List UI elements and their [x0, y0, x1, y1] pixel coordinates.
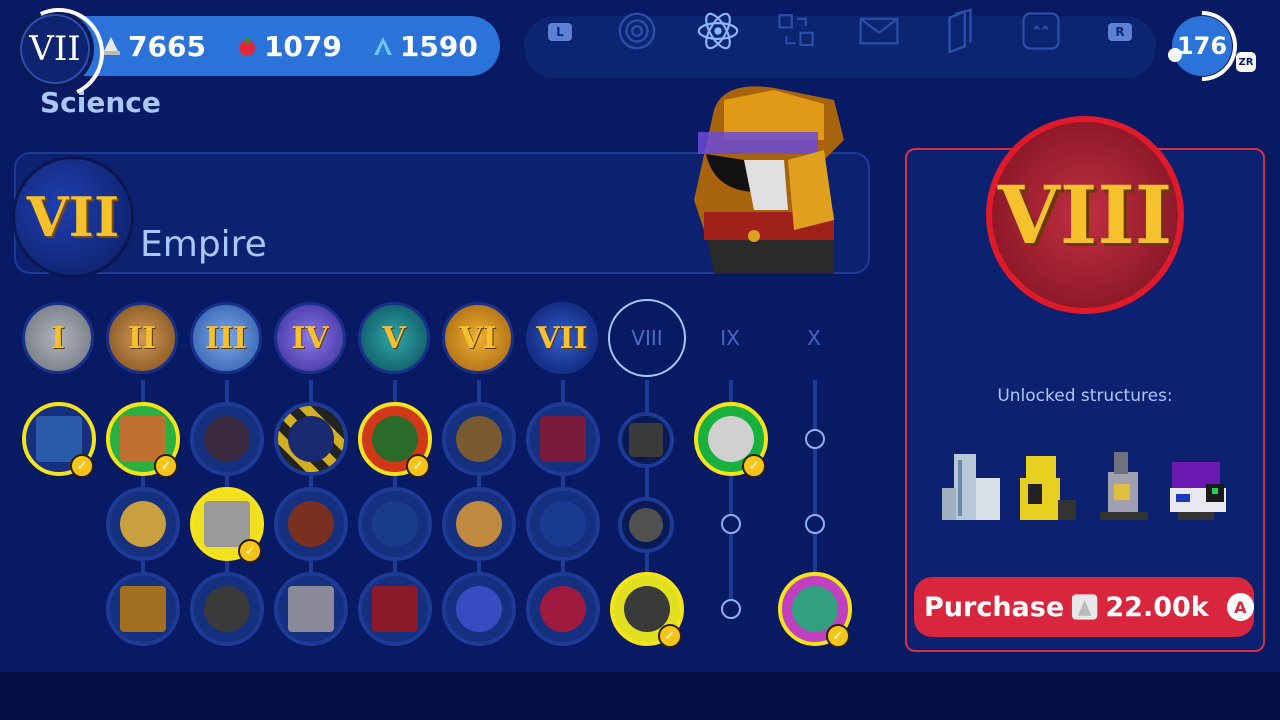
purchase-cost: 22.00k	[1105, 591, 1209, 623]
a-button-hint: A	[1226, 593, 1254, 621]
level-progress-marker	[1168, 48, 1182, 62]
tech-power-coin[interactable]	[618, 497, 674, 553]
era-node-8[interactable]: VIII	[608, 299, 686, 377]
completed-check-icon: ✓	[658, 624, 682, 648]
locked-tech-dot	[721, 599, 741, 619]
tech-recycle-logs[interactable]	[442, 402, 516, 476]
crystal-amount: 1590	[399, 29, 478, 63]
tab-mail[interactable]	[858, 14, 900, 48]
tech-red-banner[interactable]	[526, 402, 600, 476]
tech-lightning-shield[interactable]	[274, 487, 348, 561]
resource-food: 1079	[236, 30, 342, 63]
next-era-numeral: VIII	[997, 168, 1173, 262]
current-era-name: Empire	[140, 224, 267, 265]
era-node-10: X	[807, 326, 821, 350]
era-badge[interactable]: VII	[1, 0, 117, 111]
tech-rocket[interactable]	[442, 572, 516, 646]
purchase-button[interactable]: Purchase 22.00k A	[914, 577, 1254, 637]
tech-windmill[interactable]	[190, 572, 264, 646]
tech-lightbulb[interactable]	[106, 487, 180, 561]
current-era-numeral: VII	[26, 185, 120, 249]
completed-check-icon: ✓	[238, 539, 262, 563]
resource-concrete: 7665	[100, 30, 206, 63]
concrete-amount: 7665	[128, 29, 206, 63]
crystal-icon	[373, 37, 392, 55]
resource-crystal: 1590	[372, 30, 478, 63]
purchase-label: Purchase	[924, 591, 1065, 623]
completed-check-icon: ✓	[70, 454, 94, 478]
tab-profile[interactable]	[1020, 12, 1062, 50]
unlocked-structures-label: Unlocked structures:	[997, 386, 1173, 406]
tab-planet[interactable]	[616, 12, 658, 50]
tech-red-orb[interactable]	[526, 572, 600, 646]
face-icon	[1022, 12, 1060, 50]
era-node-4[interactable]: IV	[274, 302, 346, 374]
completed-check-icon: ✓	[826, 624, 850, 648]
tab-cards[interactable]	[940, 8, 982, 54]
tech-blueprint-house[interactable]	[358, 487, 432, 561]
era-node-3[interactable]: III	[190, 302, 262, 374]
cubes-trade-icon	[778, 14, 814, 47]
next-era-badge: VIII	[986, 116, 1184, 314]
era-node-2[interactable]: II	[106, 302, 178, 374]
skyscraper-structure-icon	[942, 454, 1000, 520]
tech-processor[interactable]	[618, 412, 674, 468]
locked-tech-dot	[721, 514, 741, 534]
tech-planet-ring[interactable]	[442, 487, 516, 561]
concrete-icon	[1072, 594, 1098, 620]
resource-bar: 7665 1079 1590	[62, 16, 500, 76]
l-shoulder-button[interactable]: L	[548, 23, 572, 41]
era-node-7[interactable]: VII	[526, 302, 598, 374]
cards-icon	[948, 8, 972, 54]
r-shoulder-button[interactable]: R	[1108, 23, 1132, 41]
current-era-badge: VII	[12, 156, 134, 278]
zr-button[interactable]: ZR	[1236, 52, 1256, 72]
machine-tower-structure-icon	[1100, 452, 1148, 520]
lab-building-structure-icon	[1170, 462, 1226, 520]
locked-tech-dot	[805, 429, 825, 449]
tab-trade[interactable]	[776, 14, 818, 48]
locked-tech-dot	[805, 514, 825, 534]
tech-circuit-badge[interactable]	[190, 402, 264, 476]
era-node-5[interactable]: V	[358, 302, 430, 374]
era-node-1[interactable]: I	[22, 302, 94, 374]
tech-clock[interactable]	[274, 402, 348, 476]
atom-icon	[697, 12, 739, 50]
crane-factory-structure-icon	[1020, 456, 1076, 520]
completed-check-icon: ✓	[742, 454, 766, 478]
tech-red-book[interactable]	[358, 572, 432, 646]
tech-treasure-chest[interactable]	[106, 572, 180, 646]
completed-check-icon: ✓	[154, 454, 178, 478]
mascot-character	[694, 86, 844, 274]
completed-check-icon: ✓	[406, 454, 430, 478]
era-node-9: IX	[720, 326, 740, 350]
planet-icon	[618, 12, 656, 50]
tech-electric-bolt[interactable]	[526, 487, 600, 561]
food-amount: 1079	[263, 29, 342, 63]
tab-science[interactable]	[697, 12, 739, 50]
tech-circuit-board[interactable]	[274, 572, 348, 646]
era-node-6[interactable]: VI	[442, 302, 514, 374]
mail-icon	[859, 17, 899, 45]
level-progress-ring	[1152, 0, 1252, 96]
apple-food-icon	[238, 37, 255, 56]
bottom-strip	[0, 672, 1280, 720]
